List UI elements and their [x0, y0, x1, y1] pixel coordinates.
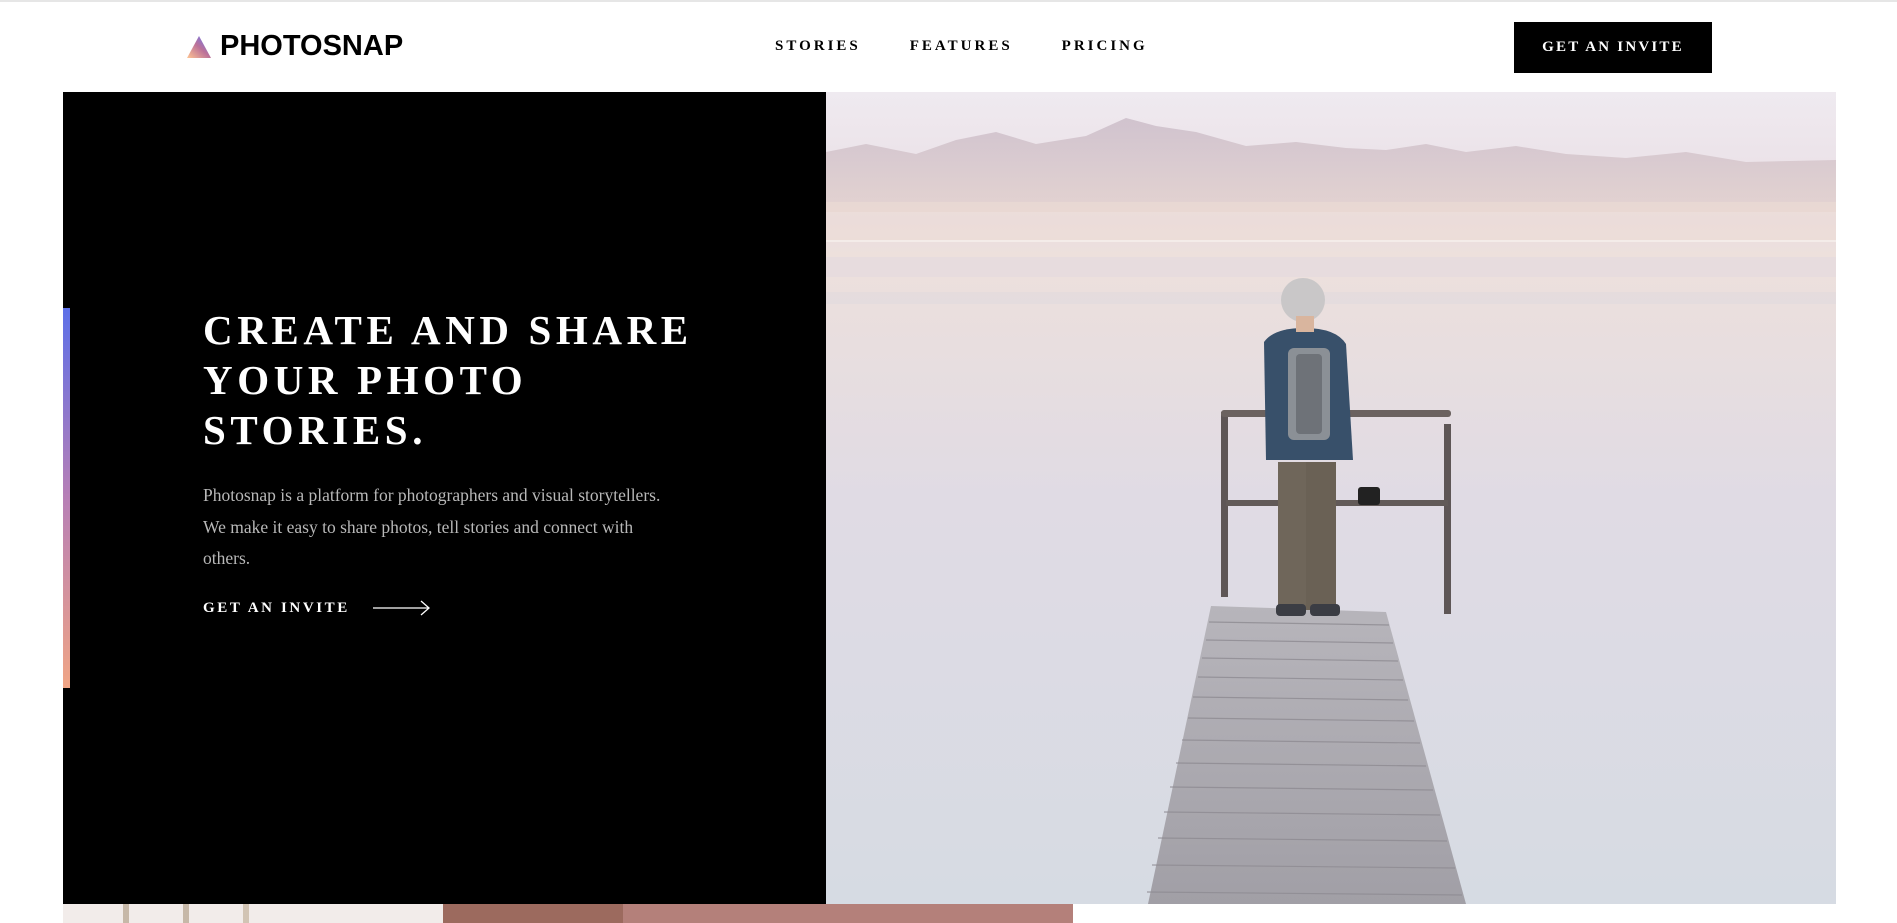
hero-title: CREATE AND SHARE YOUR PHOTO STORIES.	[203, 307, 693, 453]
logo[interactable]: PHOTOSNAP	[187, 32, 403, 61]
nav-link-features[interactable]: FEATURES	[910, 39, 1013, 54]
site-header: PHOTOSNAP STORIES FEATURES PRICING GET A…	[0, 2, 1897, 91]
get-invite-button[interactable]: GET AN INVITE	[1514, 22, 1712, 73]
hero-invite-label: GET AN INVITE	[203, 599, 350, 616]
triangle-gradient-icon	[187, 35, 211, 58]
nav-link-pricing[interactable]: PRICING	[1062, 39, 1148, 54]
brand-name: PHOTOSNAP	[220, 30, 404, 62]
hero-description: Photosnap is a platform for photographer…	[203, 485, 661, 568]
main-nav: STORIES FEATURES PRICING	[775, 39, 1197, 54]
hero-invite-link[interactable]: GET AN INVITE	[203, 600, 431, 616]
arrow-right-icon	[372, 600, 430, 616]
man-on-pier-photo	[826, 92, 1836, 904]
accent-gradient-bar	[63, 308, 70, 688]
next-section-image-strip	[63, 904, 1073, 923]
nav-link-stories[interactable]: STORIES	[775, 39, 861, 54]
